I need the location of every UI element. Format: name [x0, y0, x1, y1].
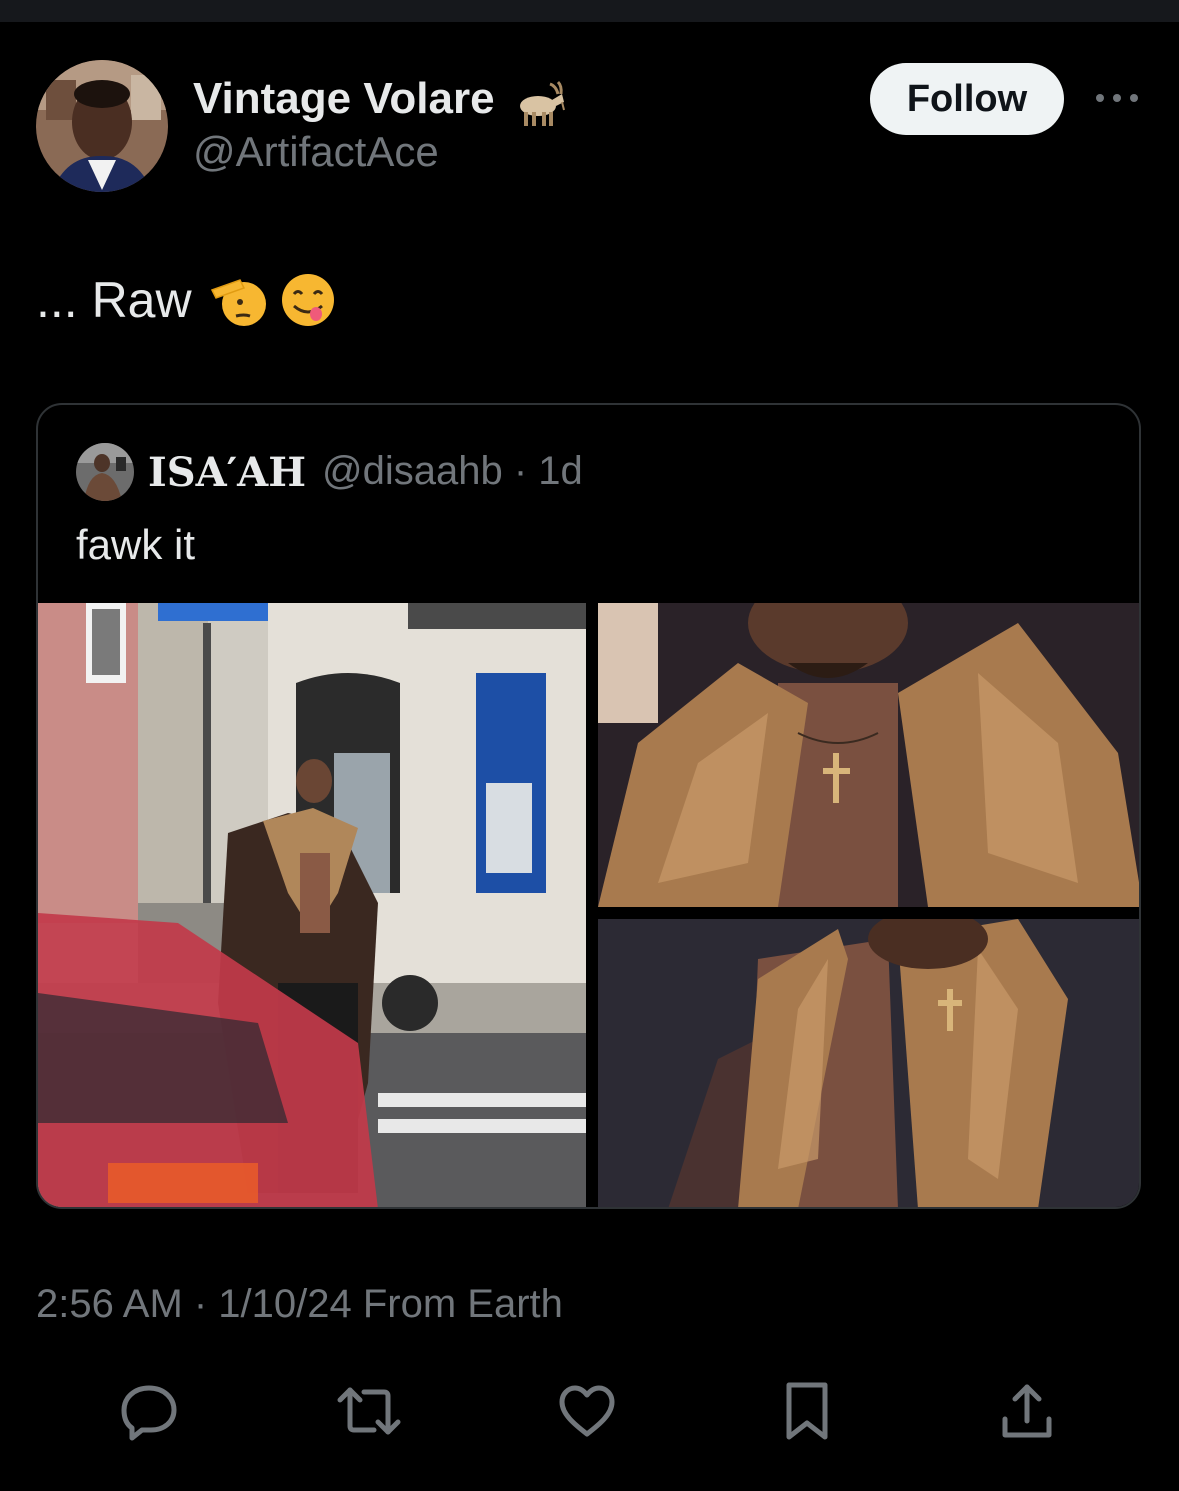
tweet-text: ... Raw: [36, 272, 192, 328]
quoted-author-name[interactable]: ISA′AH: [148, 449, 306, 496]
quoted-tweet-text: fawk it: [76, 521, 196, 568]
follow-button[interactable]: Follow: [870, 63, 1064, 135]
goat-icon: [512, 78, 568, 130]
closeup-fur-collar-top-image[interactable]: [598, 603, 1139, 907]
bookmark-icon[interactable]: [772, 1376, 842, 1446]
author-avatar[interactable]: [36, 60, 168, 192]
street-photo-image[interactable]: [38, 603, 586, 1207]
tweet-body: ... Raw: [36, 270, 338, 330]
author-handle[interactable]: @ArtifactAce: [193, 128, 439, 176]
face-savoring-food-icon: [278, 270, 338, 330]
author-name[interactable]: Vintage Volare: [193, 74, 495, 124]
retweet-icon[interactable]: [334, 1376, 404, 1446]
quoted-tweet-card[interactable]: ISA′AH @disaahb · 1d fawk it: [36, 403, 1141, 1209]
reply-icon[interactable]: [114, 1376, 184, 1446]
status-bar-strip: [0, 0, 1179, 22]
more-options-icon[interactable]: [1094, 86, 1140, 110]
closeup-fur-collar-bottom-image[interactable]: [598, 919, 1139, 1207]
share-icon[interactable]: [992, 1376, 1062, 1446]
saluting-face-icon: [210, 270, 270, 330]
tweet-timestamp[interactable]: 2:56 AM · 1/10/24 From Earth: [36, 1282, 563, 1327]
quoted-author-avatar[interactable]: [76, 443, 134, 501]
quoted-author-meta[interactable]: @disaahb · 1d: [322, 449, 583, 494]
like-icon[interactable]: [552, 1376, 622, 1446]
